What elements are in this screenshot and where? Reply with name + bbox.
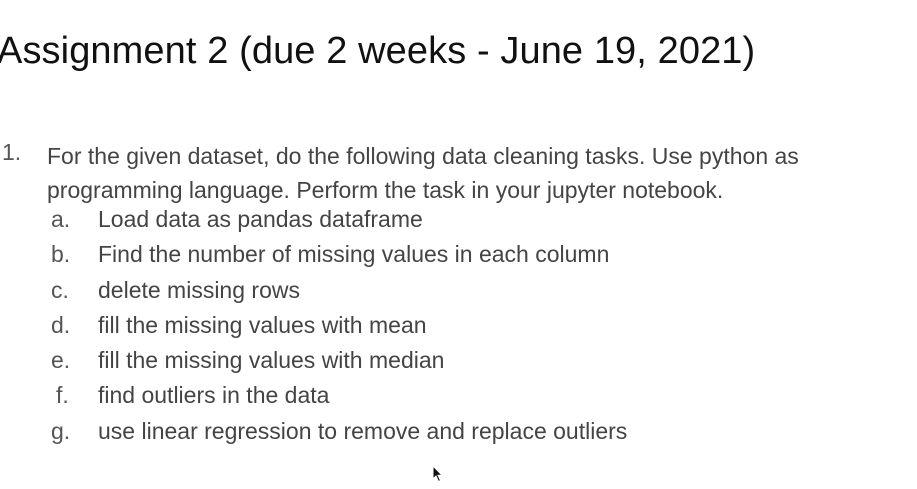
question-text: For the given dataset, do the following … — [47, 143, 799, 203]
list-item-text: delete missing rows — [98, 276, 300, 303]
list-item: c. delete missing rows — [0, 277, 917, 312]
list-item-letter: d. — [51, 311, 71, 338]
subitem-list: a. Load data as pandas dataframe b. Find… — [0, 206, 917, 453]
list-item: g. use linear regression to remove and r… — [0, 418, 917, 453]
list-item-letter: f. — [56, 382, 69, 409]
list-item-text: use linear regression to remove and repl… — [98, 417, 628, 444]
list-item-text: Load data as pandas dataframe — [98, 206, 423, 232]
list-item-text: fill the missing values with mean — [98, 311, 427, 338]
list-item: b. Find the number of missing values in … — [0, 241, 917, 276]
question-number: 1. — [2, 139, 22, 165]
list-item: e. fill the missing values with median — [0, 347, 917, 382]
list-item-text: Find the number of missing values in eac… — [98, 241, 610, 268]
page-title: Assignment 2 (due 2 weeks - June 19, 202… — [0, 30, 756, 72]
list-item-letter: g. — [51, 417, 71, 444]
list-item: a. Load data as pandas dataframe — [0, 206, 917, 241]
list-item-letter: a. — [51, 206, 71, 232]
list-item: f. find outliers in the data — [0, 382, 917, 417]
list-item-letter: b. — [51, 241, 71, 268]
list-item-text: find outliers in the data — [98, 382, 330, 409]
list-item-letter: c. — [51, 276, 69, 303]
list-item-letter: e. — [51, 347, 71, 374]
mouse-pointer-icon — [432, 465, 444, 483]
list-item: d. fill the missing values with mean — [0, 312, 917, 347]
list-item-text: fill the missing values with median — [98, 347, 445, 374]
